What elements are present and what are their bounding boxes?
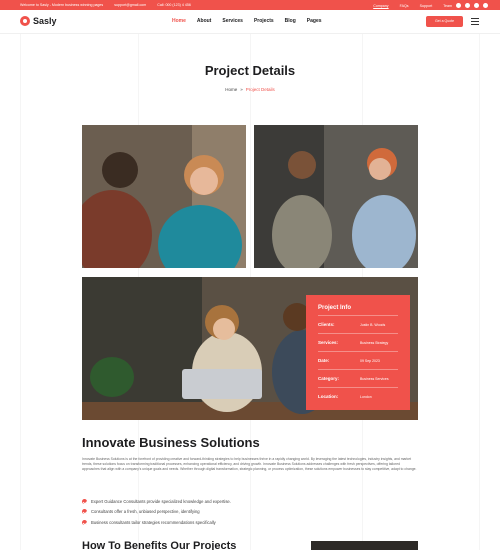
check-icon	[82, 509, 87, 515]
project-info-card: Project Info Clients: Justin B. Woods Se…	[306, 295, 410, 410]
info-key: Clients:	[318, 322, 335, 327]
breadcrumb-home[interactable]: Home	[225, 87, 237, 92]
info-value: Business Strategy	[360, 340, 389, 345]
nav-item-pages[interactable]: Pages	[307, 18, 322, 24]
info-row-services: Services: Business Strategy	[318, 333, 398, 351]
get-quote-button[interactable]: Get a Quote	[426, 16, 463, 27]
list-item: Consultants offer a fresh, unbiased pers…	[82, 507, 231, 518]
logo-text: Sasly	[33, 16, 57, 26]
email-link[interactable]: support@gmail.com	[114, 3, 146, 7]
linkedin-icon[interactable]	[474, 3, 479, 8]
benefits-image	[311, 541, 418, 550]
menu-icon[interactable]	[471, 18, 479, 25]
nav-item-blog[interactable]: Blog	[285, 18, 296, 24]
info-row-clients: Clients: Justin B. Woods	[318, 315, 398, 333]
logo[interactable]: Sasly	[20, 16, 57, 26]
list-item-text: Expert Guidance Consultants provide spec…	[91, 498, 231, 504]
nav-item-projects[interactable]: Projects	[254, 18, 274, 24]
main-nav: Home About Services Projects Blog Pages	[172, 18, 322, 24]
info-row-date: Date: 09 Sep 2023	[318, 351, 398, 369]
topbar-link-support[interactable]: Support	[420, 4, 433, 8]
nav-item-home[interactable]: Home	[172, 18, 186, 24]
nav-item-about[interactable]: About	[197, 18, 211, 24]
section-paragraph: Innovate Business Solutions is at the fo…	[82, 457, 417, 472]
topbar-link-team[interactable]: Team	[443, 4, 452, 8]
project-photo-team	[254, 125, 418, 268]
page-title: Project Details	[204, 63, 296, 78]
list-item-text: Consultants offer a fresh, unbiased pers…	[91, 509, 200, 515]
info-key: Services:	[318, 340, 339, 345]
info-value: Justin B. Woods	[360, 322, 386, 327]
breadcrumb-separator: »	[240, 87, 243, 92]
info-value: London	[360, 394, 372, 399]
check-icon	[82, 519, 87, 525]
twitter-icon[interactable]	[465, 3, 470, 8]
topbar-link-company[interactable]: Company	[373, 4, 388, 8]
info-value: Business Services	[360, 376, 389, 381]
main-header: Sasly Home About Services Projects Blog …	[0, 10, 500, 34]
info-row-location: Location: London	[318, 387, 398, 405]
project-photo-meeting	[82, 125, 246, 268]
breadcrumb: Home» Project Details	[0, 87, 500, 92]
instagram-icon[interactable]	[483, 3, 488, 8]
facebook-icon[interactable]	[456, 3, 461, 8]
info-value: 09 Sep 2023	[360, 358, 380, 363]
phone-link[interactable]: Call: 000 (123) 4 456	[157, 3, 191, 7]
welcome-text: Welcome to Sasly - Modern business winni…	[20, 3, 104, 7]
section-heading: Innovate Business Solutions	[82, 435, 260, 450]
info-key: Date:	[318, 358, 330, 363]
breadcrumb-current: Project Details	[245, 87, 275, 92]
check-icon	[82, 498, 87, 504]
list-item-text: Business consultants tailor strategies r…	[91, 519, 216, 525]
list-item: Business consultants tailor strategies r…	[82, 517, 231, 528]
info-key: Location:	[318, 394, 339, 399]
info-row-category: Category: Business Services	[318, 369, 398, 387]
list-item: Expert Guidance Consultants provide spec…	[82, 496, 231, 507]
project-info-title: Project Info	[318, 305, 352, 311]
grid-line	[479, 34, 480, 550]
grid-line	[20, 34, 21, 550]
info-key: Category:	[318, 376, 340, 381]
benefit-list: Expert Guidance Consultants provide spec…	[82, 496, 231, 528]
section-subheading: How To Benefits Our Projects	[82, 540, 237, 550]
top-bar: Welcome to Sasly - Modern business winni…	[0, 0, 500, 10]
topbar-link-faqs[interactable]: FAQs	[400, 4, 409, 8]
nav-item-services[interactable]: Services	[222, 18, 243, 24]
logo-icon	[20, 16, 30, 26]
